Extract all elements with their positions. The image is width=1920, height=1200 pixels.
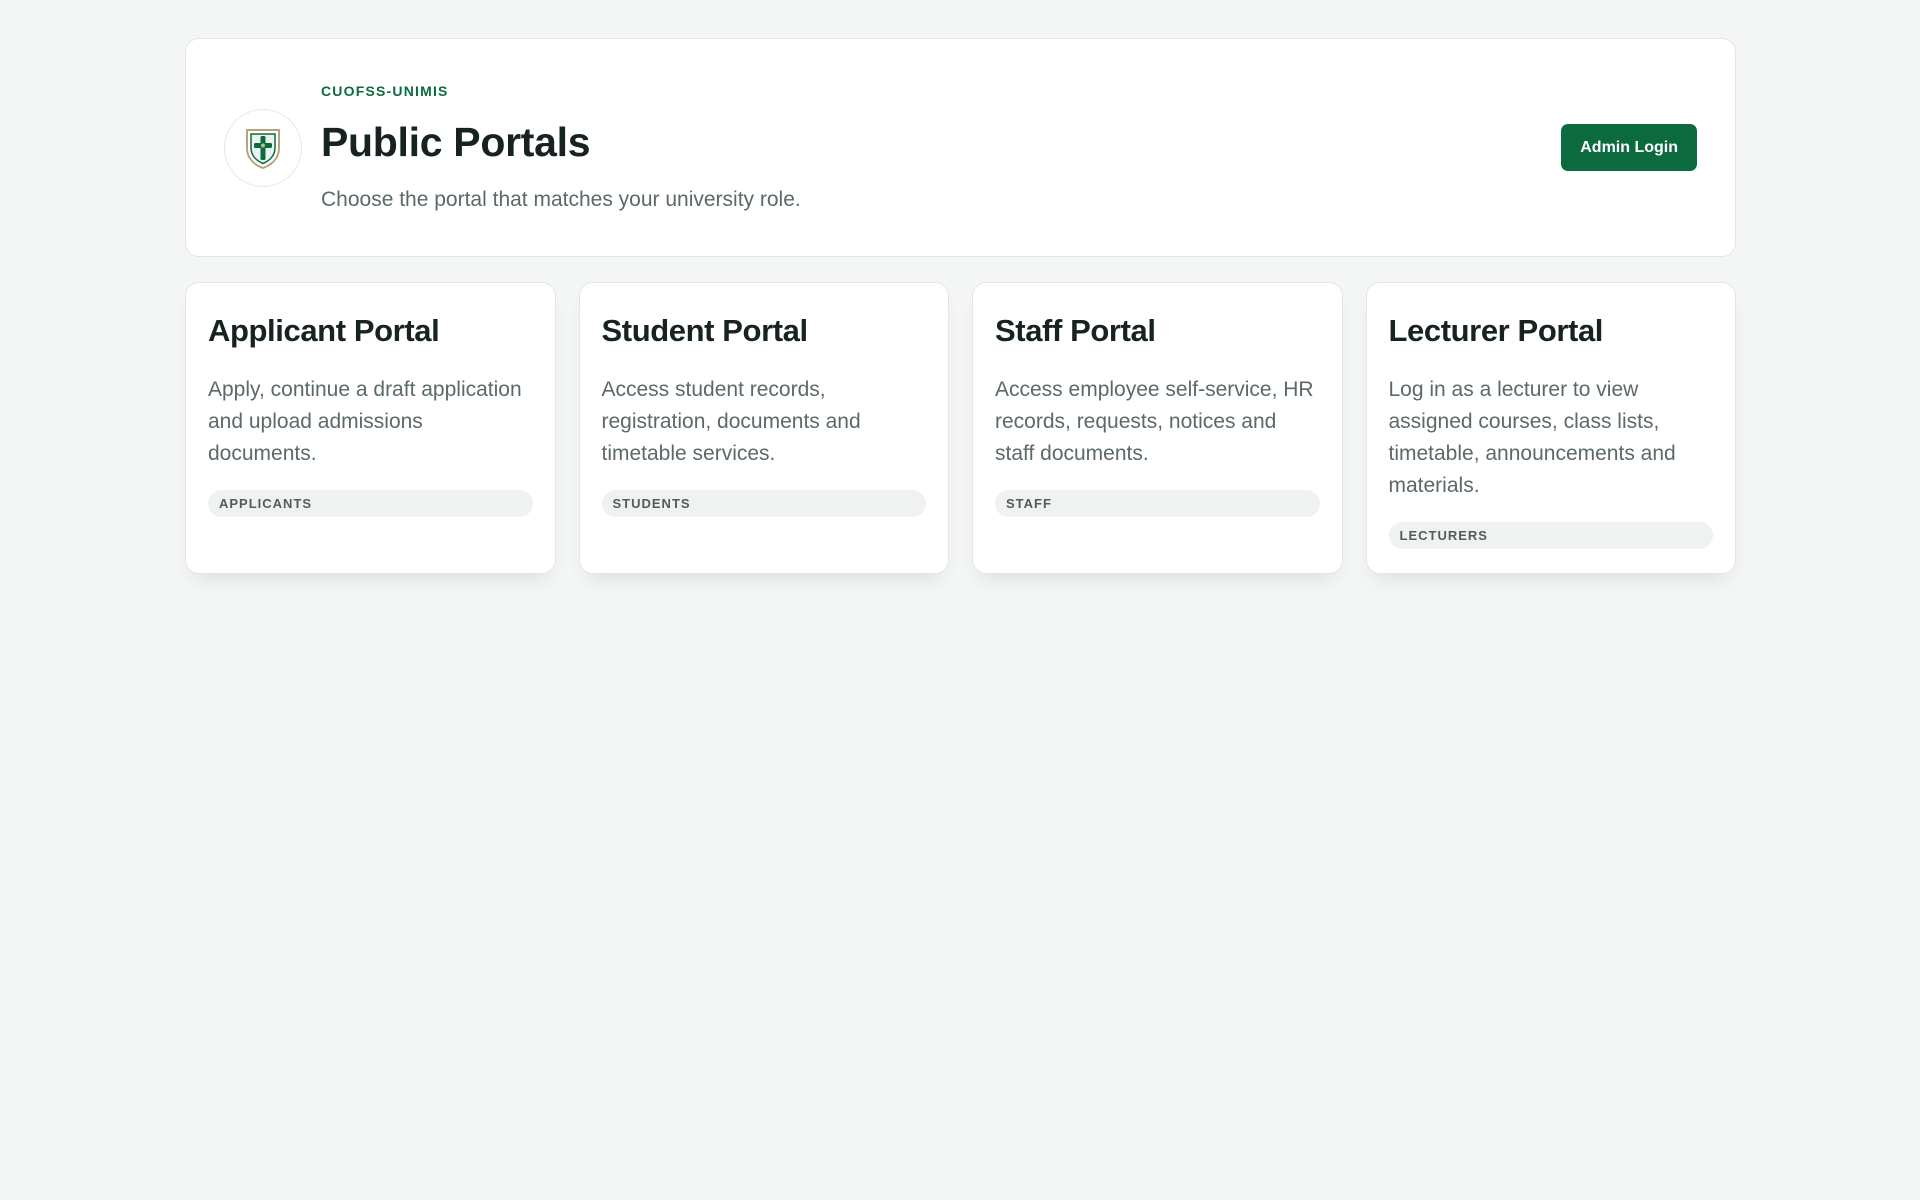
university-logo bbox=[224, 108, 302, 187]
admin-login-button[interactable]: Admin Login bbox=[1561, 124, 1697, 171]
portal-card-title: Applicant Portal bbox=[208, 313, 440, 348]
portal-card-badge: LECTURERS bbox=[1388, 522, 1713, 549]
portal-header: CUOFSS-UNIMIS Public Portals Choose the … bbox=[185, 38, 1736, 257]
portal-card-badge: APPLICANTS bbox=[208, 490, 533, 517]
portal-page: CUOFSS-UNIMIS Public Portals Choose the … bbox=[185, 38, 1736, 574]
lecturer-portal-card[interactable]: Lecturer Portal Log in as a lecturer to … bbox=[1365, 282, 1736, 574]
portal-card-badge: STAFF bbox=[995, 490, 1320, 517]
header-text: CUOFSS-UNIMIS Public Portals Choose the … bbox=[321, 83, 1697, 212]
portal-card-title: Staff Portal bbox=[995, 313, 1156, 348]
portal-card-badge: STUDENTS bbox=[601, 490, 926, 517]
institution-code: CUOFSS-UNIMIS bbox=[321, 83, 449, 99]
portal-card-title: Student Portal bbox=[601, 313, 809, 348]
portal-card-title: Lecturer Portal bbox=[1388, 313, 1604, 348]
staff-portal-card[interactable]: Staff Portal Access employee self-servic… bbox=[972, 282, 1343, 574]
student-portal-card[interactable]: Student Portal Access student records, r… bbox=[578, 282, 949, 574]
page-title: Public Portals bbox=[321, 119, 591, 165]
university-crest-icon bbox=[246, 128, 280, 169]
portal-card-description: Log in as a lecturer to view assigned co… bbox=[1388, 378, 1676, 497]
portal-card-grid: Applicant Portal Apply, continue a draft… bbox=[185, 282, 1736, 574]
page-subtitle: Choose the portal that matches your univ… bbox=[321, 188, 801, 211]
portal-card-description: Apply, continue a draft application and … bbox=[208, 378, 522, 465]
portal-card-description: Access student records, registration, do… bbox=[601, 378, 861, 465]
applicant-portal-card[interactable]: Applicant Portal Apply, continue a draft… bbox=[185, 282, 556, 574]
portal-card-description: Access employee self-service, HR records… bbox=[995, 378, 1314, 465]
